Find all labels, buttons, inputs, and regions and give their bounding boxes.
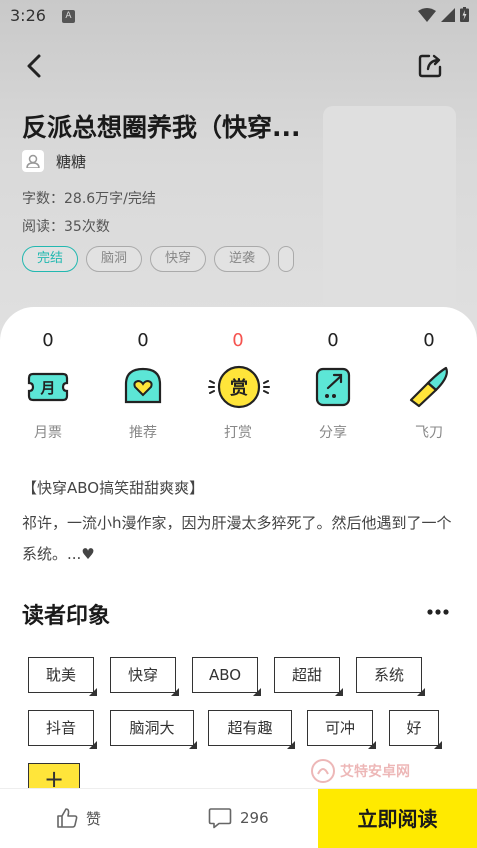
- word-count: 字数：28.6万字/完结: [22, 191, 156, 207]
- impression-tag[interactable]: 耽美: [28, 657, 94, 693]
- impression-tag[interactable]: ABO: [192, 657, 258, 693]
- back-icon[interactable]: [22, 52, 48, 80]
- author-row[interactable]: 糖糖: [22, 150, 86, 172]
- stat-flying-knife[interactable]: 0 飞刀: [394, 330, 464, 442]
- reward-coin-icon: 赏: [208, 365, 270, 409]
- stat-value: 0: [42, 330, 54, 351]
- tag-status[interactable]: 完结: [22, 246, 79, 272]
- monthly-glyph: 月: [39, 379, 55, 397]
- stat-reward[interactable]: 0 赏 打赏: [203, 330, 273, 442]
- thumbs-up-icon: [57, 808, 78, 828]
- status-time: 3:26: [10, 6, 46, 25]
- stat-value: 0: [423, 330, 435, 351]
- comment-icon: [208, 808, 232, 829]
- book-cover[interactable]: [323, 106, 456, 310]
- impression-tag[interactable]: 抖音: [28, 710, 94, 746]
- status-bar: 3:26 A: [0, 0, 477, 34]
- tag-genre[interactable]: 脑洞: [86, 246, 143, 272]
- tag-genre-partial[interactable]: [278, 246, 295, 272]
- comment-button[interactable]: 296: [208, 807, 269, 829]
- battery-icon: [460, 7, 469, 22]
- book-title: 反派总想圈养我（快穿...: [22, 113, 301, 142]
- tag-genre[interactable]: 快穿: [150, 246, 207, 272]
- bottom-action-bar: 赞 296 立即阅读: [0, 788, 477, 848]
- book-tags: 完结 脑洞 快穿 逆袭: [22, 246, 295, 272]
- tag-genre[interactable]: 逆袭: [214, 246, 271, 272]
- impression-tag[interactable]: 好: [389, 710, 439, 746]
- stat-label: 飞刀: [415, 425, 443, 441]
- stats-row: 0 月 月票 0 推荐 0 赏 打赏 0 分享 0 飞刀: [0, 330, 477, 442]
- user-icon: [26, 154, 40, 168]
- stat-label: 分享: [319, 425, 347, 441]
- description-headline: 【快穿ABO搞笑甜甜爽爽】: [22, 479, 205, 497]
- share-icon[interactable]: [416, 52, 444, 80]
- watermark-logo-icon: [311, 759, 335, 783]
- author-avatar: [22, 150, 44, 172]
- heart-badge-icon: [124, 367, 162, 404]
- author-name: 糖糖: [56, 152, 87, 171]
- like-button[interactable]: 赞: [56, 807, 101, 829]
- stat-recommend[interactable]: 0 推荐: [108, 330, 178, 442]
- read-count: 阅读：35次数: [22, 219, 110, 235]
- section-title-impressions: 读者印象: [22, 604, 111, 629]
- stat-value: 0: [137, 330, 149, 351]
- impression-tag[interactable]: 超甜: [274, 657, 340, 693]
- share-box-icon: [315, 367, 351, 407]
- signal-icon: [441, 7, 455, 22]
- impression-tag[interactable]: 可冲: [307, 710, 373, 746]
- stat-label: 月票: [34, 425, 62, 441]
- more-icon[interactable]: [426, 608, 450, 616]
- stat-monthly-ticket[interactable]: 0 月 月票: [13, 330, 83, 442]
- stat-share[interactable]: 0 分享: [298, 330, 368, 442]
- impression-tag[interactable]: 快穿: [110, 657, 176, 693]
- stat-value: 0: [327, 330, 339, 351]
- notification-badge: A: [62, 10, 75, 23]
- monthly-ticket-icon: 月: [27, 372, 69, 402]
- reward-glyph: 赏: [230, 377, 248, 399]
- description-body[interactable]: 祁许，一流小h漫作家，因为肝漫太多猝死了。然后他遇到了一个系统。...♥: [22, 508, 458, 570]
- impression-tag[interactable]: 系统: [356, 657, 422, 693]
- watermark: 艾特安卓网: [310, 758, 410, 784]
- like-label: 赞: [86, 809, 102, 828]
- flying-knife-icon: [409, 366, 448, 408]
- comment-count: 296: [240, 809, 269, 827]
- impression-tag[interactable]: 超有趣: [208, 710, 292, 746]
- wifi-icon: [418, 7, 436, 22]
- read-now-button[interactable]: 立即阅读: [318, 789, 477, 848]
- stat-label: 推荐: [129, 425, 157, 441]
- stat-label: 打赏: [224, 425, 252, 441]
- impression-tag[interactable]: 脑洞大: [110, 710, 194, 746]
- watermark-text: 艾特安卓网: [340, 764, 410, 780]
- stat-value: 0: [232, 330, 244, 351]
